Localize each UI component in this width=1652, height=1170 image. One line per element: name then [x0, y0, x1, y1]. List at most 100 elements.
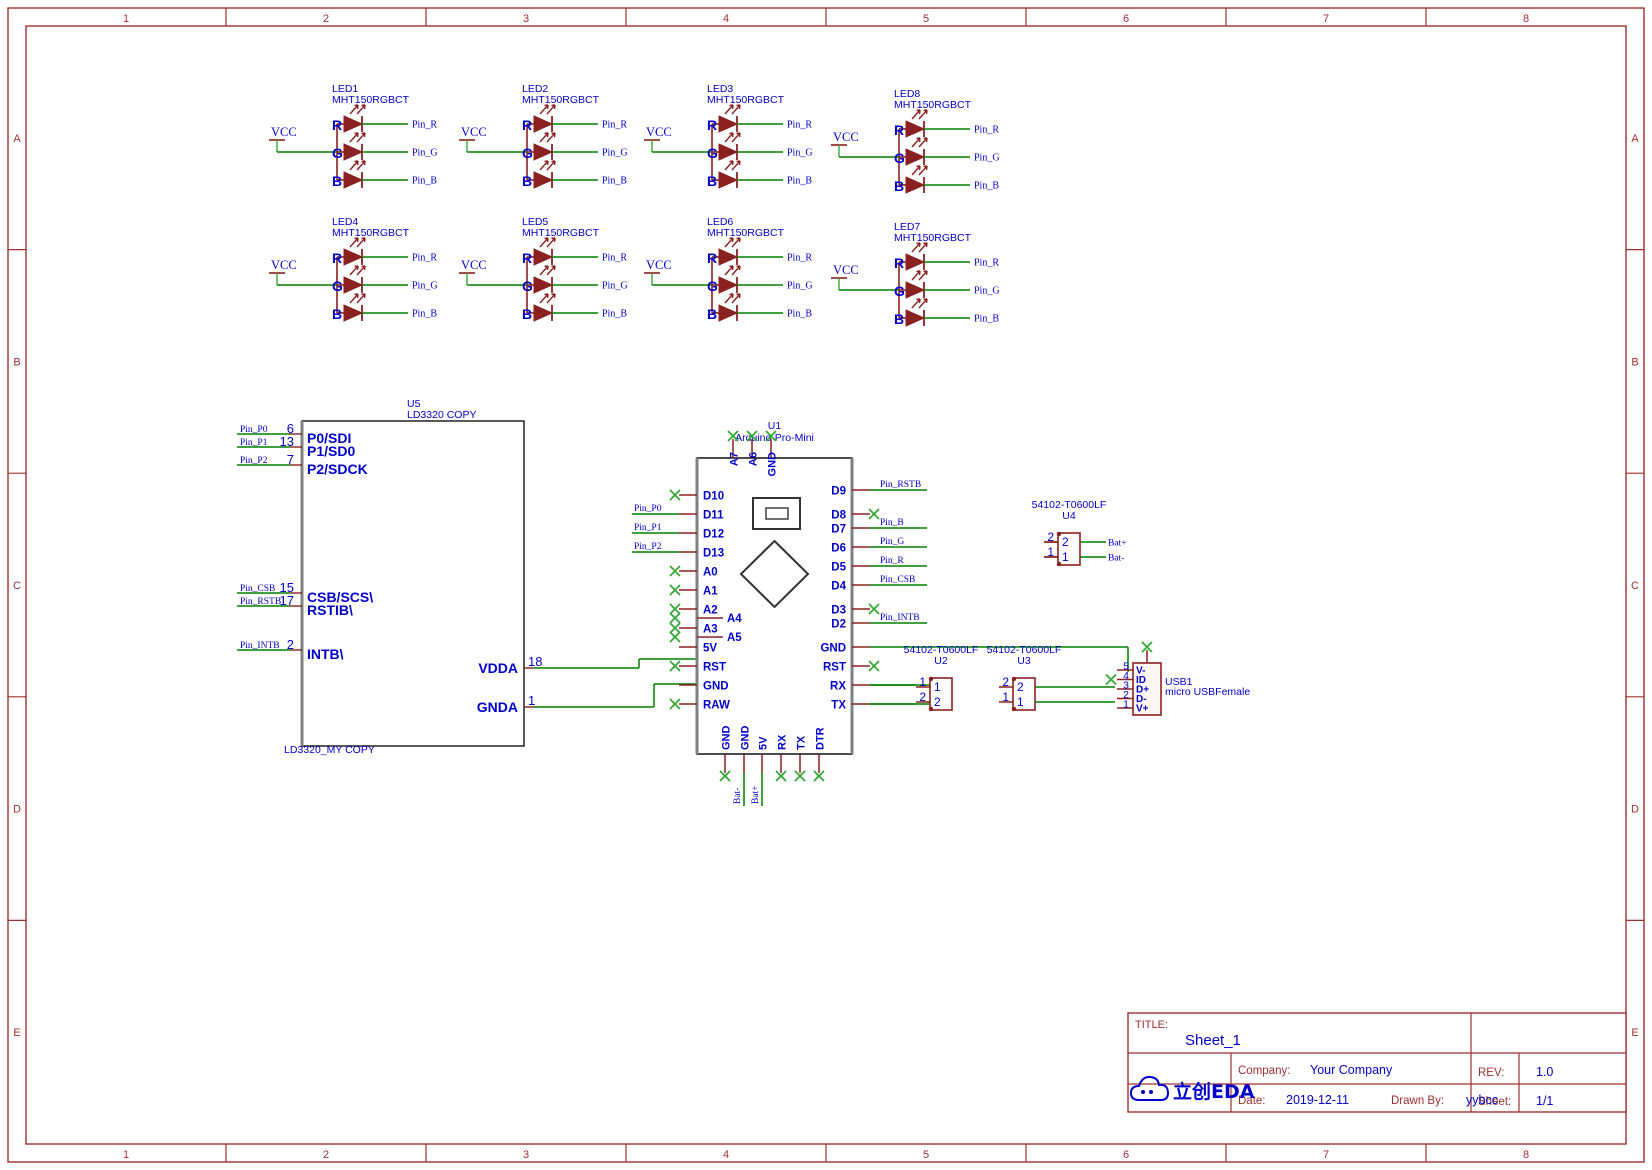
u1-part: Arduino-Pro-Mini [735, 432, 814, 444]
net-label: Pin_R [602, 120, 627, 131]
conn-ref: U4 [1062, 510, 1076, 522]
net-label: Pin_P2 [634, 542, 662, 552]
net-label: Pin_INTB [240, 641, 280, 651]
led-arrow-head [925, 165, 928, 171]
led-symbol-led1[interactable]: LED1MHT150RGBCTVCC R Pin_RG Pin_GB Pin_B [269, 83, 438, 189]
led-triangle [343, 143, 364, 161]
row-label-left: B [13, 356, 20, 368]
led-pin-name: G [522, 278, 533, 294]
schematic-sheet: 1 1 2 2 3 3 4 4 5 5 6 6 7 7 8 8 A A B B C C D D E E LED1 MHT150RGBC… [0, 0, 1652, 1170]
component-u1[interactable]: U1Arduino-Pro-Mini A7 A6 GND GND GND Bat- 5V Bat… [632, 420, 1129, 806]
conn-pin-inner: 2 [1062, 535, 1069, 549]
net-label: Pin_RSTB [240, 597, 281, 607]
u5-pin-name: P2/SDCK [307, 461, 368, 477]
led-arrow [539, 265, 549, 276]
led-triangle [533, 304, 554, 322]
net-label: Pin_CSB [240, 584, 275, 594]
led-symbol-led4[interactable]: LED4MHT150RGBCTVCC R Pin_RG Pin_GB Pin_B [269, 216, 438, 322]
u1-pin-name: A6 [748, 452, 760, 466]
led-symbol-led7[interactable]: LED7MHT150RGBCTVCC R Pin_RG Pin_GB Pin_B [831, 221, 1000, 327]
led-part: MHT150RGBCT [707, 94, 785, 106]
component-u5[interactable]: U5LD3320 COPYLD3320_MY COPYPin_P0 6P0/SDI… [237, 398, 697, 756]
u5-pin-number: 17 [280, 593, 294, 608]
led-arrow-head [925, 109, 928, 115]
led-symbol-led6[interactable]: LED6MHT150RGBCTVCC R Pin_RG Pin_GB Pin_B [644, 216, 813, 322]
column-label-top: 5 [923, 13, 929, 25]
net-label: Pin_B [412, 176, 437, 187]
u5-footer: LD3320_MY COPY [284, 744, 375, 756]
led-arrow-head [731, 104, 734, 110]
net-label: Pin_R [787, 120, 812, 131]
column-label-bottom: 5 [923, 1149, 929, 1161]
u1-pin-name: RX [830, 681, 846, 693]
u5-pin-number: 13 [280, 434, 294, 449]
conn-part: 54102-T0600LF [1032, 499, 1107, 511]
led-triangle [533, 276, 554, 294]
led-part: MHT150RGBCT [332, 227, 410, 239]
u5-part: LD3320 COPY [407, 409, 476, 421]
u1-pin-name: GND [820, 643, 846, 655]
u5-pin-name: RSTIB\ [307, 602, 353, 618]
led-arrow [724, 293, 734, 304]
vcc-label: VCC [271, 258, 297, 272]
vcc-label: VCC [271, 125, 297, 139]
led-arrow-head [553, 132, 556, 138]
no-connect-marker [669, 660, 681, 672]
led-pin-name: R [522, 250, 532, 266]
led-arrow [724, 265, 734, 276]
net-label: Pin_G [602, 281, 628, 292]
led-arrow [911, 270, 921, 281]
led-pin-name: R [707, 117, 717, 133]
conn-pin-inner: 1 [1017, 695, 1024, 709]
led-arrow-head [731, 132, 734, 138]
column-label-top: 4 [723, 13, 729, 25]
net-label: Pin_R [974, 125, 999, 136]
u1-pin-name: TX [796, 735, 808, 750]
column-label-top: 1 [123, 13, 129, 25]
led-symbol-led8[interactable]: LED8MHT150RGBCTVCC R Pin_RG Pin_GB Pin_B [831, 88, 1000, 194]
conn-pin-number: 1 [919, 675, 926, 689]
title-value: Sheet_1 [1185, 1032, 1241, 1049]
conn-ref: U3 [1017, 655, 1031, 667]
net-label: Pin_G [787, 148, 813, 159]
no-connect-marker [669, 489, 681, 501]
component-u4[interactable]: U454102-T0600LF2211Bat+Bat- [1032, 499, 1127, 566]
led-arrow-head [738, 265, 741, 271]
led-arrow [349, 237, 359, 248]
u1-pin-name: D3 [831, 605, 846, 617]
led-arrow-head [738, 104, 741, 110]
net-label: Pin_P1 [240, 438, 268, 448]
row-label-left: D [13, 804, 21, 816]
junction-dot [1011, 676, 1017, 682]
led-arrow [539, 104, 549, 115]
led-arrow [911, 109, 921, 120]
led-part: MHT150RGBCT [332, 94, 410, 106]
led-pin-name: B [894, 178, 904, 194]
u1-pin-name: D4 [831, 581, 846, 593]
no-connect-marker [669, 622, 681, 634]
led-triangle [343, 171, 364, 189]
led-symbol-led5[interactable]: LED5MHT150RGBCTVCC R Pin_RG Pin_GB Pin_B [459, 216, 628, 322]
led-arrow-head [356, 132, 359, 138]
column-label-bottom: 6 [1123, 1149, 1129, 1161]
component-u2[interactable]: U254102-T0600LF 1122 [904, 644, 979, 711]
u5-pin-name: P1/SD0 [307, 443, 355, 459]
vcc-label: VCC [646, 125, 672, 139]
u5-pin-number: 1 [528, 693, 535, 708]
led-symbol-led2[interactable]: LED2MHT150RGBCTVCC R Pin_RG Pin_GB Pin_B [459, 83, 628, 189]
drawn-label: Drawn By: [1391, 1095, 1444, 1107]
led-pin-name: R [894, 255, 904, 271]
led-pin-name: B [707, 306, 717, 322]
no-connect-marker [669, 698, 681, 710]
led-symbol-led3[interactable]: LED3MHT150RGBCTVCC R Pin_RG Pin_GB Pin_B [644, 83, 813, 189]
led-arrow-head [356, 293, 359, 299]
net-label: Pin_R [412, 120, 437, 131]
column-label-top: 8 [1523, 13, 1529, 25]
date-value: 2019-12-11 [1286, 1093, 1349, 1107]
u1-pin-name: RAW [703, 700, 730, 712]
conn-pin-number: 1 [1002, 690, 1009, 704]
net-label: Pin_G [974, 153, 1000, 164]
led-pin-name: R [522, 117, 532, 133]
u5-pin-number: 2 [287, 637, 294, 652]
component-u3[interactable]: U354102-T0600LF 2211 [987, 644, 1062, 711]
